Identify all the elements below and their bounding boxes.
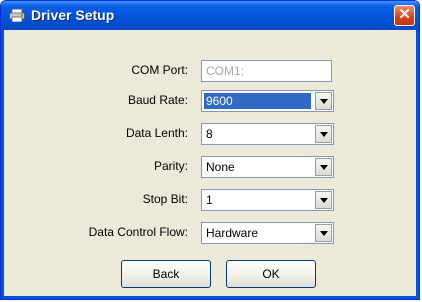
flow-control-value: Hardware (206, 226, 259, 240)
com-port-row: COM Port: COM1; (4, 60, 416, 82)
com-port-input: COM1; (201, 60, 332, 82)
back-button[interactable]: Back (121, 260, 211, 288)
title-bar[interactable]: Driver Setup ✕ (1, 1, 419, 30)
stop-bit-select[interactable]: 1 (201, 189, 334, 211)
data-length-select[interactable]: 8 (201, 123, 334, 145)
window-title: Driver Setup (31, 7, 115, 23)
com-port-label: COM Port: (131, 63, 188, 77)
parity-select[interactable]: None (201, 156, 334, 178)
stop-bit-value: 1 (206, 193, 213, 207)
data-length-value: 8 (206, 127, 213, 141)
com-port-value: COM1; (206, 64, 245, 78)
baud-rate-value: 9600 (206, 94, 233, 108)
flow-control-row: Data Control Flow: Hardware (4, 222, 416, 244)
stop-bit-label: Stop Bit: (142, 192, 188, 206)
parity-value: None (206, 160, 235, 174)
stop-bit-row: Stop Bit: 1 (4, 189, 416, 211)
parity-label: Parity: (153, 159, 188, 173)
close-button[interactable]: ✕ (394, 5, 415, 26)
flow-control-label: Data Control Flow: (88, 225, 188, 239)
dialog-body: COM Port: COM1; Baud Rate: 9600 Data Len… (1, 30, 419, 299)
baud-rate-label: Baud Rate: (127, 93, 188, 107)
data-length-dropdown-arrow-icon[interactable] (315, 125, 332, 143)
parity-dropdown-arrow-icon[interactable] (315, 158, 332, 176)
data-length-row: Data Lenth: 8 (4, 123, 416, 145)
printer-icon (9, 9, 25, 22)
baud-rate-selection: 9600 (204, 93, 311, 109)
baud-rate-select[interactable]: 9600 (201, 90, 334, 112)
driver-setup-dialog: Driver Setup ✕ COM Port: COM1; Baud Rate… (0, 0, 420, 300)
stop-bit-dropdown-arrow-icon[interactable] (315, 191, 332, 209)
flow-control-select[interactable]: Hardware (201, 222, 334, 244)
ok-button[interactable]: OK (226, 260, 316, 288)
flow-control-dropdown-arrow-icon[interactable] (315, 224, 332, 242)
parity-row: Parity: None (4, 156, 416, 178)
baud-rate-row: Baud Rate: 9600 (4, 90, 416, 112)
button-row: Back OK (4, 260, 416, 288)
baud-rate-dropdown-arrow-icon[interactable] (315, 92, 332, 110)
close-icon: ✕ (398, 6, 411, 23)
data-length-label: Data Lenth: (125, 126, 188, 140)
